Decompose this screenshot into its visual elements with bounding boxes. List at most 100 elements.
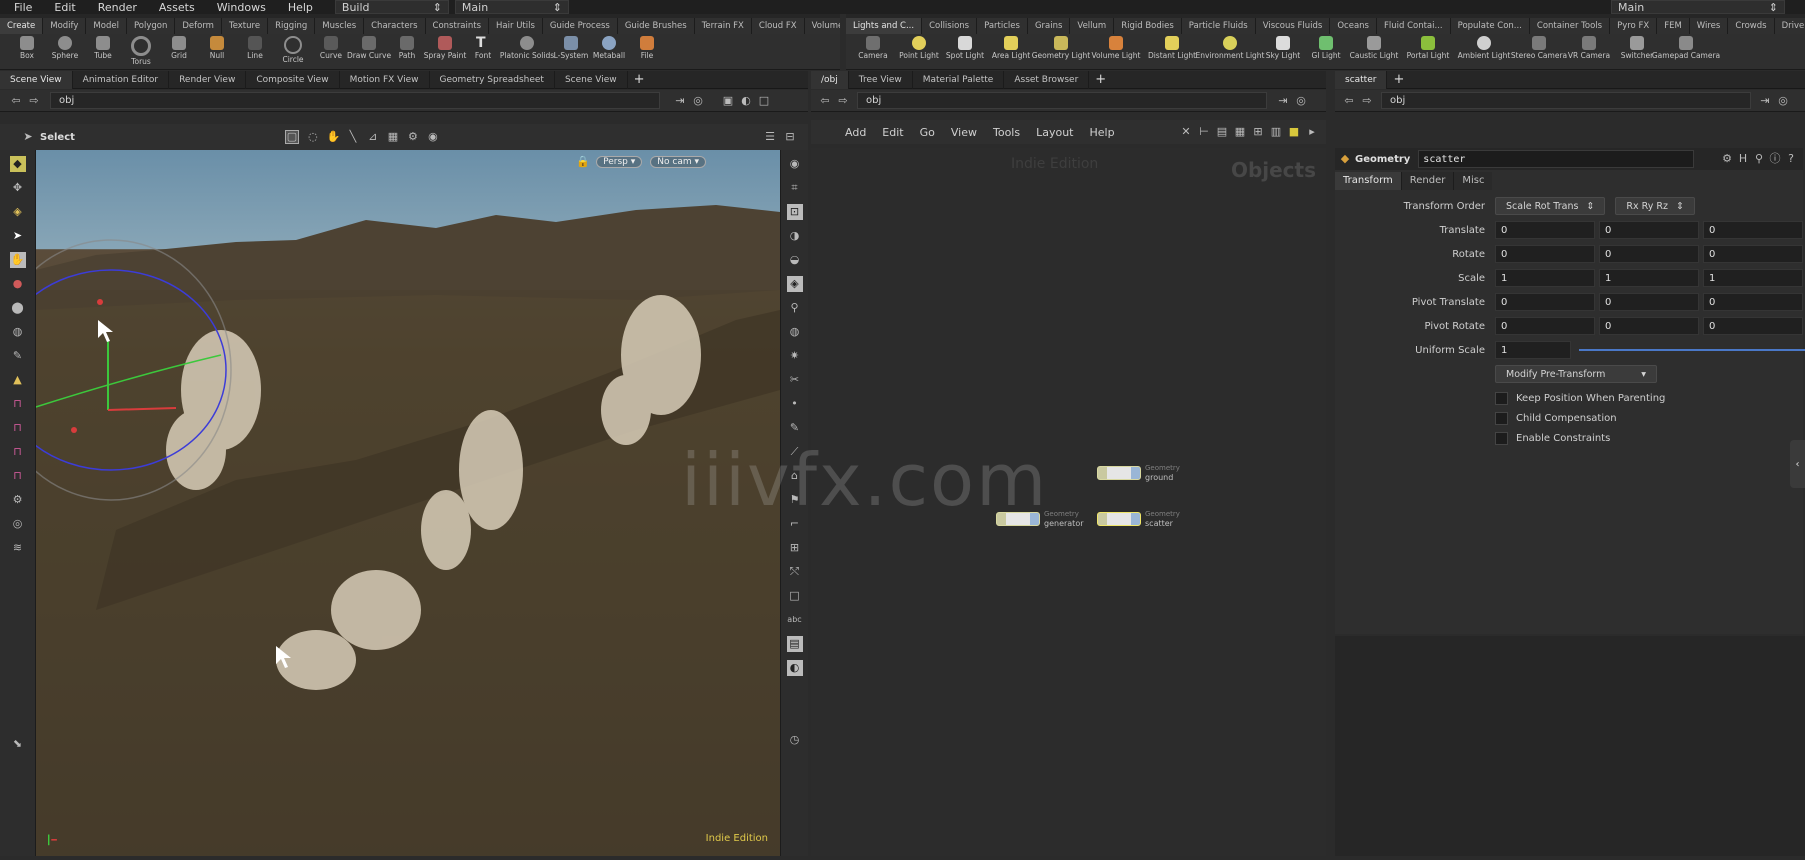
link-icon[interactable]: ◎ <box>692 94 704 107</box>
node-generator[interactable]: Geometry generator <box>996 510 1084 528</box>
pivot-rotate-z-field[interactable]: 0 <box>1703 317 1803 335</box>
square-icon[interactable]: □ <box>787 588 803 604</box>
tab-render-view[interactable]: Render View <box>169 70 247 89</box>
scale-y-field[interactable]: 1 <box>1599 269 1699 287</box>
location-icon[interactable]: ⚲ <box>787 300 803 316</box>
object-select-icon[interactable]: ▦ <box>387 131 399 143</box>
pivot-rotate-x-field[interactable]: 0 <box>1495 317 1595 335</box>
tab-tree-view[interactable]: Tree View <box>849 70 913 89</box>
arrow-tool-icon[interactable]: ⬊ <box>10 736 26 752</box>
scale-x-field[interactable]: 1 <box>1495 269 1595 287</box>
tab-scatter[interactable]: scatter <box>1335 70 1388 89</box>
cube-icon[interactable]: ▣ <box>722 94 734 107</box>
group-select-icon[interactable]: ⚙ <box>407 131 419 143</box>
forward-arrow-icon[interactable]: ⇨ <box>28 94 40 107</box>
tool-curve[interactable]: Curve <box>312 34 350 60</box>
shelf-tab[interactable]: Cloud FX <box>751 18 805 34</box>
shelf-tab[interactable]: Rigid Bodies <box>1114 18 1182 34</box>
node-ground[interactable]: Geometry ground <box>1097 464 1180 482</box>
shelf-tab[interactable]: Vellum <box>1070 18 1115 34</box>
net-menu-tools[interactable]: Tools <box>993 126 1020 139</box>
node-scatter[interactable]: Geometry scatter <box>1097 510 1180 528</box>
menu-help[interactable]: Help <box>274 1 321 14</box>
stack-icon[interactable]: ≋ <box>10 540 26 556</box>
add-tab-icon[interactable]: + <box>628 72 651 87</box>
pivot-rotate-y-field[interactable]: 0 <box>1599 317 1699 335</box>
pose-tool-icon[interactable]: ● <box>10 276 26 292</box>
pivot-translate-x-field[interactable]: 0 <box>1495 293 1595 311</box>
enable-constraints-checkbox[interactable] <box>1495 431 1508 445</box>
tab-composite-view[interactable]: Composite View <box>246 70 340 89</box>
gear-icon[interactable]: ⚙ <box>10 492 26 508</box>
handle-tool-icon[interactable]: ◈ <box>10 204 26 220</box>
pin-icon[interactable]: ⇥ <box>1277 94 1289 107</box>
shelf-tab[interactable]: Modify <box>43 18 87 34</box>
context-right-dropdown[interactable]: Main ⇕ <box>1611 0 1785 14</box>
list-icon[interactable]: ▤ <box>1216 126 1228 138</box>
snap-icon[interactable]: ☰ <box>764 131 776 143</box>
tool-torus[interactable]: Torus <box>122 34 160 66</box>
tool-grid[interactable]: Grid <box>160 34 198 60</box>
tab-transform[interactable]: Transform <box>1335 172 1401 190</box>
point-icon[interactable]: • <box>787 396 803 412</box>
shelf-tab[interactable]: Terrain FX <box>694 18 752 34</box>
modify-pretransform-button[interactable]: Modify Pre-Transform ▾ <box>1495 365 1657 383</box>
tool-gamepad-camera[interactable]: Gamepad Camera <box>1652 34 1720 60</box>
shelf-tab[interactable]: Texture <box>221 18 269 34</box>
net-menu-layout[interactable]: Layout <box>1036 126 1073 139</box>
line-select-icon[interactable]: ╲ <box>347 131 359 143</box>
net-menu-help[interactable]: Help <box>1090 126 1115 139</box>
shelf-tab[interactable]: Oceans <box>1330 18 1377 34</box>
shelf-tab[interactable]: Pyro FX <box>1610 18 1658 34</box>
uniform-scale-slider[interactable] <box>1579 349 1805 351</box>
search-icon[interactable]: ⚲ <box>1753 153 1765 165</box>
net-menu-go[interactable]: Go <box>920 126 935 139</box>
sticky-note-icon[interactable]: ■ <box>1288 126 1300 138</box>
shelf-tab[interactable]: Viscous Fluids <box>1255 18 1331 34</box>
tool-platonic-solids[interactable]: Platonic Solids <box>500 34 554 60</box>
tab-scene-view[interactable]: Scene View <box>0 70 73 89</box>
light-tool-icon[interactable]: ▲ <box>10 372 26 388</box>
translate-x-field[interactable]: 0 <box>1495 221 1595 239</box>
ghost-icon[interactable]: ⊡ <box>786 204 803 220</box>
shading-icon[interactable]: ◑ <box>787 228 803 244</box>
tool-gi-light[interactable]: GI Light <box>1306 34 1346 60</box>
tool-sphere[interactable]: Sphere <box>46 34 84 60</box>
shelf-tab[interactable]: Guide Brushes <box>617 18 695 34</box>
view-tool-icon[interactable]: ✋ <box>9 252 26 268</box>
shelf-tab[interactable]: Rigging <box>268 18 316 34</box>
tool-environment-light[interactable]: Environment Light <box>1196 34 1265 60</box>
tool-volume-light[interactable]: Volume Light <box>1088 34 1144 60</box>
draw-icon[interactable]: ✎ <box>787 420 803 436</box>
wrench-icon[interactable]: ✕ <box>1180 126 1192 138</box>
menu-render[interactable]: Render <box>84 1 145 14</box>
tool-area-light[interactable]: Area Light <box>988 34 1034 60</box>
tool-metaball[interactable]: Metaball <box>590 34 628 60</box>
tool-circle[interactable]: Circle <box>274 34 312 64</box>
graph-icon[interactable]: ⤲ <box>787 564 803 580</box>
timer-icon[interactable]: ◷ <box>787 732 803 748</box>
tool-camera[interactable]: Camera <box>850 34 896 60</box>
shelf-tab[interactable]: Volume <box>804 18 840 34</box>
viewer-path-field[interactable]: obj <box>50 92 660 109</box>
menu-windows[interactable]: Windows <box>203 1 274 14</box>
tool-stereo-camera[interactable]: Stereo Camera <box>1511 34 1567 60</box>
forward-arrow-icon[interactable]: ⇨ <box>1361 94 1373 107</box>
wireframe-icon[interactable]: ⌗ <box>787 180 803 196</box>
uniform-scale-field[interactable]: 1 <box>1495 341 1571 359</box>
transform-order-menu[interactable]: Scale Rot Trans ⇕ <box>1495 197 1606 215</box>
net-menu-view[interactable]: View <box>951 126 977 139</box>
scissors-icon[interactable]: ✂ <box>787 372 803 388</box>
node-icon[interactable]: ⊞ <box>787 540 803 556</box>
menu-edit[interactable]: Edit <box>40 1 83 14</box>
shelf-tab[interactable]: Deform <box>175 18 222 34</box>
help-icon[interactable]: ? <box>1785 153 1797 165</box>
tab-animation-editor[interactable]: Animation Editor <box>73 70 170 89</box>
grid-small-icon[interactable]: ⊞ <box>1252 126 1264 138</box>
shelf-tab[interactable]: Drive Simula... <box>1774 18 1805 34</box>
toolbar-options-icon[interactable]: ⊟ <box>784 131 796 143</box>
tool-line[interactable]: Line <box>236 34 274 60</box>
shelf-tab[interactable]: Guide Process <box>542 18 618 34</box>
shelf-tab[interactable]: Create <box>0 18 44 34</box>
magnet-icon[interactable]: ⊓ <box>10 396 26 412</box>
